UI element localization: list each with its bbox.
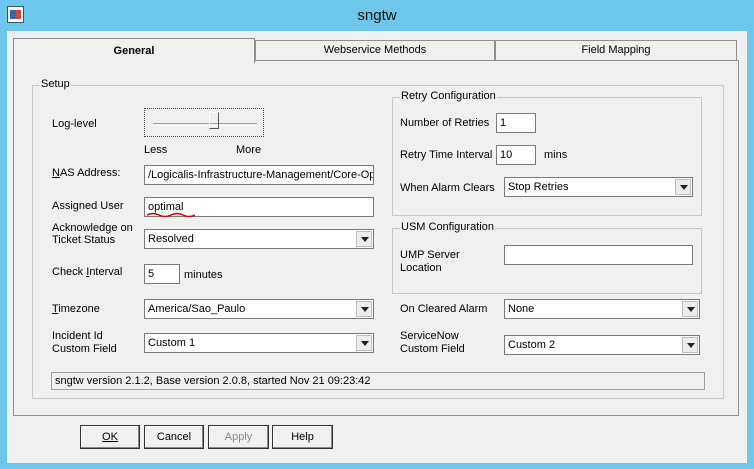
ump-label-line2: Location [400, 262, 442, 274]
check-interval-label: Check Interval [52, 266, 123, 278]
ump-server-location-field[interactable] [504, 245, 693, 265]
ack-label-line1: Acknowledge on [52, 222, 133, 234]
nas-address-label-rest: AS Address: [59, 167, 121, 179]
retry-configuration-label: Retry Configuration [400, 90, 497, 102]
incident-custom-field-select[interactable]: Custom 1 [144, 333, 374, 353]
alarm-clears-value: Stop Retries [508, 181, 569, 193]
slider-thumb[interactable] [209, 112, 220, 129]
spellcheck-underline [147, 212, 195, 217]
nas-address-label: NAS Address: [52, 167, 121, 179]
tab-panel-general: Setup Log-level Less More NAS Address: /… [13, 60, 739, 416]
chevron-down-icon[interactable] [682, 301, 698, 317]
ump-label-line1: UMP Server [400, 249, 460, 261]
dialog-client-area: General Webservice Methods Field Mapping… [7, 31, 747, 463]
cancel-button[interactable]: Cancel [144, 425, 204, 449]
setup-group-label: Setup [40, 78, 71, 90]
slider-less-label: Less [144, 144, 168, 156]
incident-label-line1: Incident Id [52, 330, 103, 342]
chevron-down-icon[interactable] [682, 337, 698, 353]
title-bar[interactable]: sngtw [0, 0, 754, 31]
servicenow-custom-field-value: Custom 2 [508, 339, 556, 351]
assigned-user-label: Assigned User [52, 200, 124, 212]
timezone-select[interactable]: America/Sao_Paulo [144, 299, 374, 319]
log-level-slider[interactable] [144, 108, 264, 137]
retry-interval-unit: mins [544, 149, 568, 161]
tab-general[interactable]: General [13, 38, 255, 63]
retry-interval-label: Retry Time Interval [400, 149, 493, 161]
timezone-value: America/Sao_Paulo [148, 303, 246, 315]
slider-track [153, 123, 257, 126]
alarm-clears-select[interactable]: Stop Retries [504, 177, 693, 197]
on-cleared-alarm-select[interactable]: None [504, 299, 700, 319]
ok-button-label: OK [102, 431, 118, 443]
ack-ticket-status-value: Resolved [148, 233, 194, 245]
servicenow-custom-field-select[interactable]: Custom 2 [504, 335, 700, 355]
servicenow-label-line2: Custom Field [400, 343, 465, 355]
dialog-window: sngtw General Webservice Methods Field M… [0, 0, 754, 469]
usm-configuration-label: USM Configuration [400, 221, 495, 233]
help-button[interactable]: Help [272, 425, 333, 449]
incident-custom-field-value: Custom 1 [148, 337, 196, 349]
window-title: sngtw [357, 7, 397, 24]
ack-ticket-status-select[interactable]: Resolved [144, 229, 374, 249]
log-level-label: Log-level [52, 118, 97, 130]
timezone-label: Timezone [52, 303, 100, 315]
alarm-clears-label: When Alarm Clears [400, 182, 495, 194]
tab-webservice-methods[interactable]: Webservice Methods [255, 40, 495, 61]
ack-label-line2: Ticket Status [52, 234, 116, 246]
apply-button-label: Apply [224, 431, 253, 443]
retries-label: Number of Retries [400, 117, 490, 129]
cancel-button-label: Cancel [156, 431, 192, 443]
apply-button[interactable]: Apply [208, 425, 269, 449]
nas-address-field[interactable]: /Logicalis-Infrastructure-Management/Cor… [144, 165, 374, 185]
check-interval-field[interactable]: 5 [144, 264, 180, 284]
chevron-down-icon[interactable] [356, 301, 372, 317]
ok-button[interactable]: OK [80, 425, 140, 449]
incident-label-line2: Custom Field [52, 343, 117, 355]
slider-more-label: More [236, 144, 262, 156]
chevron-down-icon[interactable] [356, 231, 372, 247]
tab-field-mapping[interactable]: Field Mapping [495, 40, 737, 61]
servicenow-label-line1: ServiceNow [400, 330, 459, 342]
chevron-down-icon[interactable] [356, 335, 372, 351]
status-text: sngtw version 2.1.2, Base version 2.0.8,… [51, 372, 705, 390]
retry-interval-field[interactable]: 10 [496, 145, 536, 165]
retries-field[interactable]: 1 [496, 113, 536, 133]
check-interval-unit: minutes [184, 269, 223, 281]
chevron-down-icon[interactable] [675, 179, 691, 195]
on-cleared-alarm-value: None [508, 303, 535, 315]
on-cleared-alarm-label: On Cleared Alarm [400, 303, 488, 315]
help-button-label: Help [291, 431, 314, 443]
